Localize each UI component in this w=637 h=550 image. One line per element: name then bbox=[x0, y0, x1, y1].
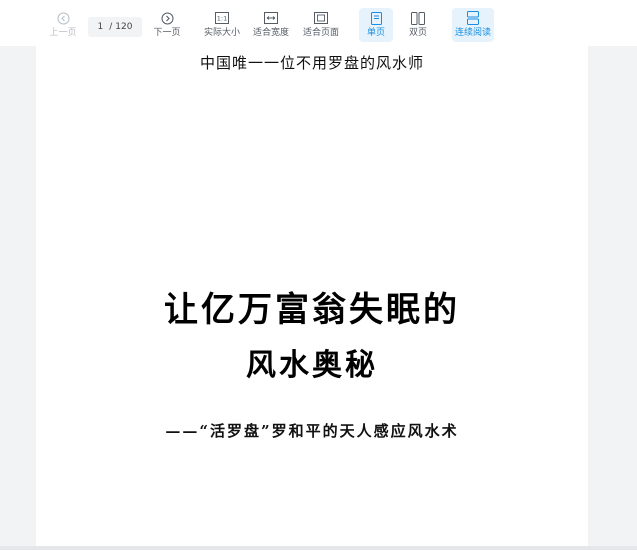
title-line-2: 风水奥秘 bbox=[246, 348, 378, 383]
subtitle: ——“活罗盘”罗和平的天人感应风水术 bbox=[165, 422, 459, 440]
continuous-scroll-icon bbox=[467, 10, 479, 26]
actual-size-button[interactable]: 1:1 实际大小 bbox=[202, 8, 242, 42]
actual-size-label: 实际大小 bbox=[203, 28, 240, 38]
current-page-input[interactable]: 1 bbox=[98, 22, 104, 32]
page-indicator: 1 / 120 bbox=[88, 17, 142, 37]
document-page: 中国唯一一位不用罗盘的风水师 让亿万富翁失眠的 风水奥秘 ——“活罗盘”罗和平的… bbox=[36, 44, 588, 546]
viewer-toolbar: 上一页 1 / 120 下一页 1:1 实际大小 适合宽度 适合页面 单页 双页… bbox=[0, 0, 637, 46]
page-header-text: 中国唯一一位不用罗盘的风水师 bbox=[199, 54, 424, 72]
single-page-button[interactable]: 单页 bbox=[359, 8, 393, 42]
double-page-button[interactable]: 双页 bbox=[401, 8, 435, 42]
fit-page-icon bbox=[314, 10, 328, 26]
double-page-icon bbox=[411, 10, 425, 26]
continuous-reading-label: 连续阅读 bbox=[454, 28, 491, 38]
fit-width-icon bbox=[264, 10, 278, 26]
chevron-right-circle-icon bbox=[161, 10, 174, 26]
double-page-label: 双页 bbox=[408, 28, 427, 38]
title-line-1: 让亿万富翁失眠的 bbox=[164, 290, 460, 330]
next-page-label: 下一页 bbox=[153, 28, 181, 38]
prev-page-button[interactable]: 上一页 bbox=[46, 8, 80, 42]
fit-page-label: 适合页面 bbox=[302, 28, 339, 38]
prev-page-label: 上一页 bbox=[49, 28, 77, 38]
actual-size-icon: 1:1 bbox=[215, 10, 229, 26]
fit-width-button[interactable]: 适合宽度 bbox=[251, 8, 291, 42]
fit-page-button[interactable]: 适合页面 bbox=[301, 8, 341, 42]
single-page-icon bbox=[370, 10, 382, 26]
single-page-label: 单页 bbox=[366, 28, 385, 38]
continuous-reading-button[interactable]: 连续阅读 bbox=[452, 8, 494, 42]
total-pages: 120 bbox=[115, 22, 133, 32]
next-page-button[interactable]: 下一页 bbox=[150, 8, 184, 42]
page-separator: / bbox=[109, 22, 113, 32]
page-gap bbox=[0, 546, 637, 550]
svg-text:1:1: 1:1 bbox=[217, 15, 227, 23]
fit-width-label: 适合宽度 bbox=[252, 28, 289, 38]
chevron-left-circle-icon bbox=[57, 10, 70, 26]
